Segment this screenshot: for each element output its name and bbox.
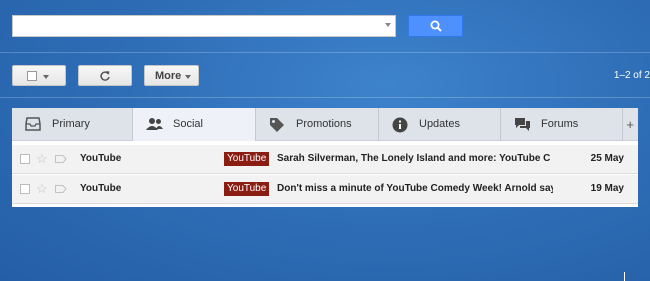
importance-marker-icon[interactable] (55, 155, 67, 163)
select-button[interactable] (12, 65, 66, 86)
category-tabs: Primary Social Promotions Updates Forums… (12, 108, 638, 141)
divider (0, 52, 650, 53)
tab-label: Primary (52, 118, 90, 130)
row-checkbox[interactable] (20, 154, 30, 164)
email-row[interactable]: ☆ YouTube YouTube Don't miss a minute of… (12, 175, 638, 204)
tab-label: Social (173, 118, 203, 130)
search-icon (430, 20, 442, 32)
people-icon (146, 118, 163, 130)
inbox-panel: Primary Social Promotions Updates Forums… (12, 108, 638, 207)
tab-forums[interactable]: Forums (501, 108, 623, 141)
search-options-caret[interactable] (385, 23, 391, 27)
importance-marker-icon[interactable] (55, 185, 67, 193)
email-subject: Sarah Silverman, The Lonely Island and m… (277, 153, 551, 164)
email-date: 19 May (590, 183, 624, 194)
divider (0, 97, 650, 98)
email-row[interactable]: ☆ YouTube YouTube Sarah Silverman, The L… (12, 145, 638, 174)
tab-label: Forums (541, 118, 579, 130)
tab-primary[interactable]: Primary (12, 108, 133, 141)
tab-social[interactable]: Social (133, 108, 256, 141)
row-checkbox[interactable] (20, 184, 30, 194)
refresh-icon (100, 71, 110, 81)
star-icon[interactable]: ☆ (36, 181, 48, 197)
email-label-badge[interactable]: YouTube (224, 182, 270, 196)
email-label-badge[interactable]: YouTube (224, 152, 270, 166)
tab-promotions[interactable]: Promotions (256, 108, 379, 141)
email-date: 25 May (590, 153, 624, 164)
pagination-count: 1–2 of 2 (613, 70, 650, 81)
select-checkbox[interactable] (27, 71, 37, 81)
email-sender: YouTube (80, 183, 122, 194)
tab-label: Promotions (296, 118, 352, 130)
more-label: More (155, 70, 182, 82)
chevron-down-icon (43, 75, 49, 79)
tab-updates[interactable]: Updates (379, 108, 501, 141)
info-icon (392, 117, 408, 133)
inbox-icon (25, 117, 41, 131)
email-sender: YouTube (80, 153, 122, 164)
more-button[interactable]: More (144, 65, 199, 86)
star-icon[interactable]: ☆ (36, 151, 48, 167)
add-tab-button[interactable]: + (626, 117, 634, 132)
refresh-button[interactable] (78, 65, 132, 86)
email-subject: Don't miss a minute of YouTube Comedy We… (277, 183, 553, 194)
text-cursor (624, 272, 625, 281)
tab-label: Updates (419, 118, 460, 130)
search-button[interactable] (408, 15, 463, 37)
forum-icon (515, 118, 530, 131)
search-input[interactable] (12, 15, 396, 37)
chevron-down-icon (185, 75, 191, 79)
tag-icon (270, 118, 284, 132)
